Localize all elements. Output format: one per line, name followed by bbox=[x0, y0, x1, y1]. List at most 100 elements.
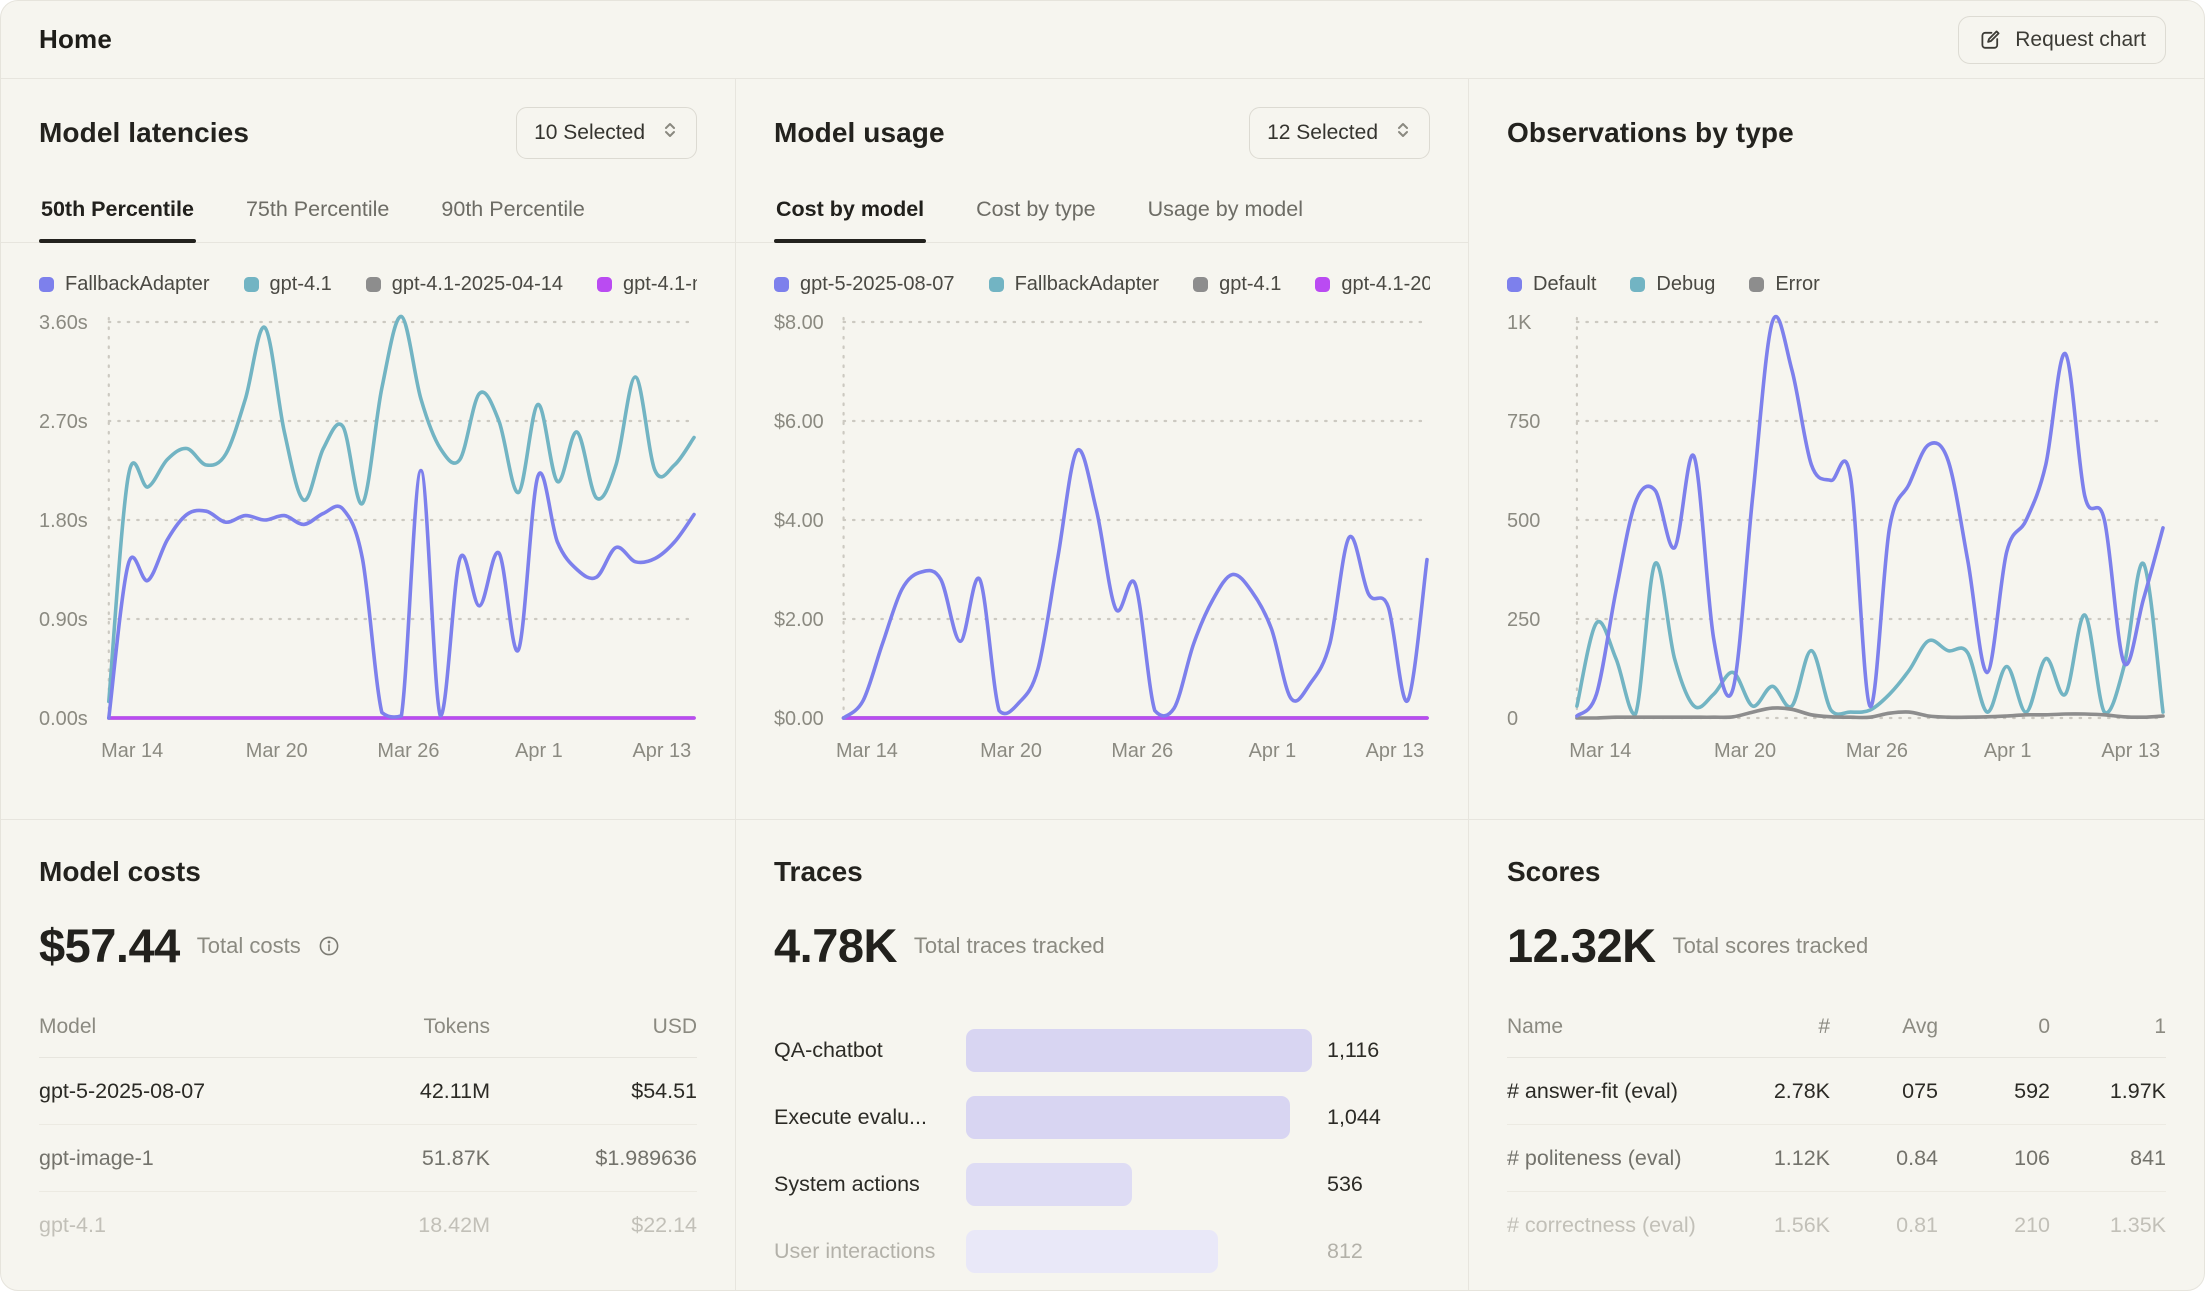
bar-row-execute-evalu: Execute evalu...1,044 bbox=[774, 1084, 1430, 1151]
legend-color-chip bbox=[244, 277, 259, 292]
y-axis-label: 250 bbox=[1507, 609, 1540, 631]
cell-label: gpt-image-1 bbox=[39, 1146, 290, 1171]
tab-cost-by-model[interactable]: Cost by model bbox=[774, 181, 926, 242]
column-header-1: 1 bbox=[2050, 1015, 2166, 1039]
column-header-0: 0 bbox=[1938, 1015, 2050, 1039]
panel-observations-by-type: Observations by type DefaultDebugError 0… bbox=[1469, 79, 2204, 820]
y-axis-label: $0.00 bbox=[774, 708, 824, 730]
cell-value: 841 bbox=[2050, 1146, 2166, 1171]
bar bbox=[966, 1163, 1132, 1206]
tab-90th-percentile[interactable]: 90th Percentile bbox=[439, 181, 586, 242]
legend-label: gpt-4.1-mini bbox=[623, 273, 697, 296]
column-header-tokens: Tokens bbox=[290, 1015, 490, 1039]
bar-label: User interactions bbox=[774, 1239, 966, 1264]
bar-row-user-interactions: User interactions812 bbox=[774, 1218, 1430, 1285]
chevron-up-down-icon bbox=[1394, 120, 1412, 146]
total-scores-value: 12.32K bbox=[1507, 918, 1656, 973]
bar-label: System actions bbox=[774, 1172, 966, 1197]
y-axis-label: 0 bbox=[1507, 708, 1518, 730]
legend-item-fallbackadapter: FallbackAdapter bbox=[39, 273, 210, 296]
chart-canvas: 02505007501KMar 14Mar 20Mar 26Apr 1Apr 1… bbox=[1507, 310, 2166, 780]
edit-square-icon bbox=[1978, 28, 2002, 52]
legend-label: FallbackAdapter bbox=[65, 273, 210, 296]
chart-canvas: $0.00$2.00$4.00$6.00$8.00Mar 14Mar 20Mar… bbox=[774, 310, 1430, 780]
cell-value: 18.42M bbox=[290, 1213, 490, 1238]
tab-usage-by-model[interactable]: Usage by model bbox=[1146, 181, 1305, 242]
cell-value: 0.84 bbox=[1830, 1146, 1938, 1171]
table-row-gpt-4-1: gpt-4.118.42M$22.14 bbox=[39, 1192, 697, 1258]
cell-value: 1.56K bbox=[1718, 1213, 1830, 1238]
y-axis-label: 1K bbox=[1507, 312, 1532, 334]
legend-item-fallbackadapter: FallbackAdapter bbox=[989, 273, 1160, 296]
legend-label: gpt-4.1 bbox=[1219, 273, 1281, 296]
tab-cost-by-type[interactable]: Cost by type bbox=[974, 181, 1098, 242]
cell-value: $1.989636 bbox=[490, 1146, 697, 1171]
column-header-usd: USD bbox=[490, 1015, 697, 1039]
cell-value: 1.12K bbox=[1718, 1146, 1830, 1171]
model-usage-select[interactable]: 12 Selected bbox=[1249, 107, 1430, 159]
tab-50th-percentile[interactable]: 50th Percentile bbox=[39, 181, 196, 242]
bar-value: 1,044 bbox=[1327, 1105, 1381, 1130]
tabs-spacer bbox=[1507, 181, 2166, 243]
latency-legend: FallbackAdaptergpt-4.1gpt-4.1-2025-04-14… bbox=[39, 273, 697, 296]
cell-value: 42.11M bbox=[290, 1079, 490, 1104]
legend-color-chip bbox=[366, 277, 381, 292]
y-axis-label: 2.70s bbox=[39, 411, 88, 433]
table-row-correctness-eval: # correctness (eval)1.56K0.812101.35K bbox=[1507, 1192, 2166, 1258]
legend-item-debug: Debug bbox=[1630, 273, 1715, 296]
select-value: 12 Selected bbox=[1267, 121, 1378, 145]
request-chart-button[interactable]: Request chart bbox=[1958, 16, 2166, 64]
panel-title-model-latencies: Model latencies bbox=[39, 117, 249, 149]
cell-value: $22.14 bbox=[490, 1213, 697, 1238]
x-axis-label: Apr 13 bbox=[632, 740, 691, 762]
x-axis-label: Apr 1 bbox=[1249, 740, 1296, 762]
y-axis-label: 0.90s bbox=[39, 609, 88, 631]
bar-row-system-actions: System actions 536 bbox=[774, 1151, 1430, 1218]
cell-value: 51.87K bbox=[290, 1146, 490, 1171]
legend-label: Default bbox=[1533, 273, 1596, 296]
y-axis-label: $4.00 bbox=[774, 510, 824, 532]
tab-75th-percentile[interactable]: 75th Percentile bbox=[244, 181, 391, 242]
info-icon[interactable] bbox=[318, 935, 340, 957]
legend-label: gpt-5-2025-08-07 bbox=[800, 273, 955, 296]
cell-value: 106 bbox=[1938, 1146, 2050, 1171]
latency-line-chart: 0.00s0.90s1.80s2.70s3.60sMar 14Mar 20Mar… bbox=[39, 310, 697, 780]
select-value: 10 Selected bbox=[534, 121, 645, 145]
x-axis-label: Mar 26 bbox=[377, 740, 439, 762]
table-header: ModelTokensUSD bbox=[39, 1015, 697, 1058]
bar-track bbox=[966, 1230, 1312, 1273]
legend-item-default: Default bbox=[1507, 273, 1596, 296]
x-axis-label: Mar 14 bbox=[1569, 740, 1631, 762]
legend-color-chip bbox=[1193, 277, 1208, 292]
bar bbox=[966, 1029, 1312, 1072]
cell-value: $54.51 bbox=[490, 1079, 697, 1104]
chevron-up-down-icon bbox=[661, 120, 679, 146]
table-row-politeness-eval: # politeness (eval)1.12K0.84106841 bbox=[1507, 1125, 2166, 1192]
y-axis-label: $8.00 bbox=[774, 312, 824, 334]
bar-track bbox=[966, 1163, 1312, 1206]
legend-color-chip bbox=[39, 277, 54, 292]
x-axis-label: Apr 13 bbox=[1366, 740, 1425, 762]
panel-traces: Traces 4.78K Total traces tracked QA-cha… bbox=[736, 820, 1469, 1291]
y-axis-label: 750 bbox=[1507, 411, 1540, 433]
legend-item-gpt-4-1-202: gpt-4.1-202 bbox=[1315, 273, 1430, 296]
page-title: Home bbox=[39, 24, 112, 55]
table-row-gpt-image-1: gpt-image-151.87K$1.989636 bbox=[39, 1125, 697, 1192]
legend-item-gpt-4-1: gpt-4.1 bbox=[1193, 273, 1281, 296]
model-latencies-select[interactable]: 10 Selected bbox=[516, 107, 697, 159]
x-axis-label: Mar 14 bbox=[836, 740, 898, 762]
y-axis-label: $6.00 bbox=[774, 411, 824, 433]
column-header-name: Name bbox=[1507, 1015, 1718, 1039]
panel-title-model-usage: Model usage bbox=[774, 117, 945, 149]
legend-label: Debug bbox=[1656, 273, 1715, 296]
request-chart-label: Request chart bbox=[2015, 28, 2146, 52]
panel-title-scores: Scores bbox=[1507, 856, 2166, 888]
x-axis-label: Mar 26 bbox=[1111, 740, 1173, 762]
table-row-answer-fit-eval: # answer-fit (eval)2.78K0755921.97K bbox=[1507, 1058, 2166, 1125]
legend-label: FallbackAdapter bbox=[1015, 273, 1160, 296]
usage-line-chart: $0.00$2.00$4.00$6.00$8.00Mar 14Mar 20Mar… bbox=[774, 310, 1430, 780]
total-scores-label: Total scores tracked bbox=[1673, 933, 1869, 959]
legend-color-chip bbox=[1507, 277, 1522, 292]
bar-value: 536 bbox=[1327, 1172, 1363, 1197]
scores-table: Name#Avg01# answer-fit (eval)2.78K075592… bbox=[1507, 1015, 2166, 1258]
